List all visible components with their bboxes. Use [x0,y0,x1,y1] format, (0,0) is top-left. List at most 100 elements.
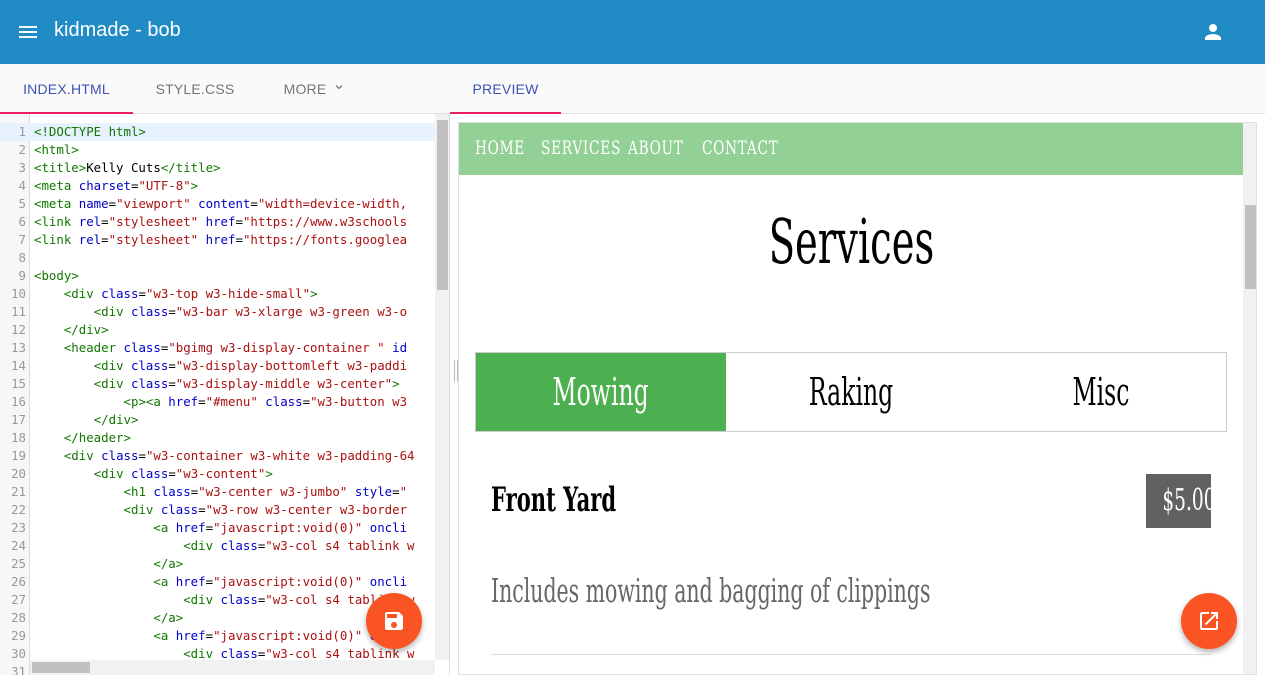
open-in-new-button[interactable] [1181,593,1237,649]
code-token: <link [34,232,79,247]
code-text: <div class="w3-top w3-hide-small"> [34,285,435,303]
service-tab-misc[interactable]: Misc [976,353,1226,431]
code-token: href [168,394,199,409]
code-line[interactable]: 14 <div class="w3-display-bottomleft w3-… [0,357,435,375]
scroll-thumb[interactable] [437,120,448,290]
editor-vertical-scrollbar[interactable] [435,114,449,660]
code-token: class [131,358,169,373]
service-tab-mowing[interactable]: Mowing [476,353,726,431]
tab-style-css[interactable]: STYLE.CSS [133,64,257,113]
code-token: "width=device-width, [257,196,415,211]
code-text: <a href="javascript:void(0)" oncli [34,573,435,591]
code-token: <div [123,502,161,517]
code-token: = [205,574,214,589]
preview-nav-services[interactable]: SERVICES [541,137,621,159]
tab-index-html[interactable]: INDEX.HTML [0,64,133,114]
line-number: 18 [11,430,26,445]
scroll-thumb[interactable] [1245,205,1256,289]
code-token: <meta [34,178,79,193]
line-number: 15 [11,376,26,391]
line-number: 10 [11,286,26,301]
code-line[interactable]: 24 <div class="w3-col s4 tablink w [0,537,435,555]
code-line[interactable]: 13 <header class="bgimg w3-display-conta… [0,339,435,357]
code-token: "stylesheet" [108,214,199,229]
code-token: class [123,340,161,355]
code-line[interactable]: 8 [0,249,435,267]
code-text: <meta name="viewport" content="width=dev… [34,195,435,213]
code-line[interactable]: 25 </a> [0,555,435,573]
line-number: 22 [11,502,26,517]
menu-icon[interactable] [16,20,40,44]
editor-horizontal-scrollbar[interactable] [30,660,435,675]
code-text: <html> [34,141,435,159]
code-line[interactable]: 26 <a href="javascript:void(0)" oncli [0,573,435,591]
code-token: class [220,646,258,661]
code-token: = [168,304,176,319]
preview-nav-home[interactable]: HOME [475,137,525,159]
scroll-thumb[interactable] [32,662,90,673]
code-line[interactable]: 2 <html> [0,141,435,159]
code-line[interactable]: 5 <meta name="viewport" content="width=de… [0,195,435,213]
line-number: 19 [11,448,26,463]
code-line[interactable]: 18 </header> [0,429,435,447]
code-line[interactable]: 16 <p><a href="#menu" class="w3-button w… [0,393,435,411]
service-tab-raking[interactable]: Raking [726,353,976,431]
code-token: class [101,286,139,301]
code-line[interactable]: 23 <a href="javascript:void(0)" oncli [0,519,435,537]
code-token: <p><a [123,394,169,409]
code-line[interactable]: 19 <div class="w3-container w3-white w3-… [0,447,435,465]
chevron-down-icon [332,64,346,114]
preview-heading-text: Services [768,205,934,278]
code-line[interactable]: 20 <div class="w3-content"> [0,465,435,483]
code-token: style [354,484,393,499]
code-line[interactable]: 12 </div> [0,321,435,339]
code-token: class [131,466,169,481]
code-token: = [168,358,176,373]
code-text: </div> [34,411,435,429]
tab-more[interactable]: MORE [257,64,373,113]
preview-vertical-scrollbar[interactable] [1243,123,1256,674]
tab-label: PREVIEW [472,81,539,97]
code-lines[interactable]: 1 <!DOCTYPE html> 2 <html> 3 <title>Kelly Cut… [0,123,435,675]
code-line[interactable]: 21 <h1 class="w3-center w3-jumbo" style=… [0,483,435,501]
service-tab-label: Mowing [552,370,650,414]
save-button[interactable] [366,593,422,649]
app-bar: kidmade - bob [0,0,1265,64]
code-line[interactable]: 11 <div class="w3-bar w3-xlarge w3-green… [0,303,435,321]
line-number: 27 [11,592,26,607]
code-token: "w3-container w3-white w3-padding-64 [145,448,415,463]
code-line[interactable]: 9 <body> [0,267,435,285]
code-line[interactable]: 4 <meta charset="UTF-8"> [0,177,435,195]
code-editor[interactable]: 1 <!DOCTYPE html> 2 <html> 3 <title>Kelly Cut… [0,114,450,675]
line-number: 5 [18,196,26,211]
code-text: </a> [34,555,435,573]
line-number: 17 [11,412,26,427]
tab-preview[interactable]: PREVIEW [450,64,561,114]
code-line[interactable]: 1 <!DOCTYPE html> [0,123,435,141]
code-token: = [205,520,214,535]
code-token: "w3-top w3-hide-small" [145,286,311,301]
code-token: <header [63,340,124,355]
code-line[interactable]: 17 </div> [0,411,435,429]
code-line[interactable]: 10 <div class="w3-top w3-hide-small"> [0,285,435,303]
code-token: <link [34,214,79,229]
code-line[interactable]: 7 <link rel="stylesheet" href="https://fo… [0,231,435,249]
code-text: <div class="w3-content"> [34,465,435,483]
code-token: "javascript:void(0)" [213,628,363,643]
preview-nav-contact[interactable]: CONTACT [702,137,779,159]
code-line[interactable]: 6 <link rel="stylesheet" href="https://ww… [0,213,435,231]
code-token: = [205,628,214,643]
code-line[interactable]: 22 <div class="w3-row w3-center w3-borde… [0,501,435,519]
code-line[interactable]: 15 <div class="w3-display-middle w3-cent… [0,375,435,393]
preview-nav-about[interactable]: ABOUT [628,137,684,159]
account-icon[interactable] [1201,20,1225,44]
service-item-title: Front Yard [491,480,617,520]
code-line[interactable]: 3 <title>Kelly Cuts</title> [0,159,435,177]
